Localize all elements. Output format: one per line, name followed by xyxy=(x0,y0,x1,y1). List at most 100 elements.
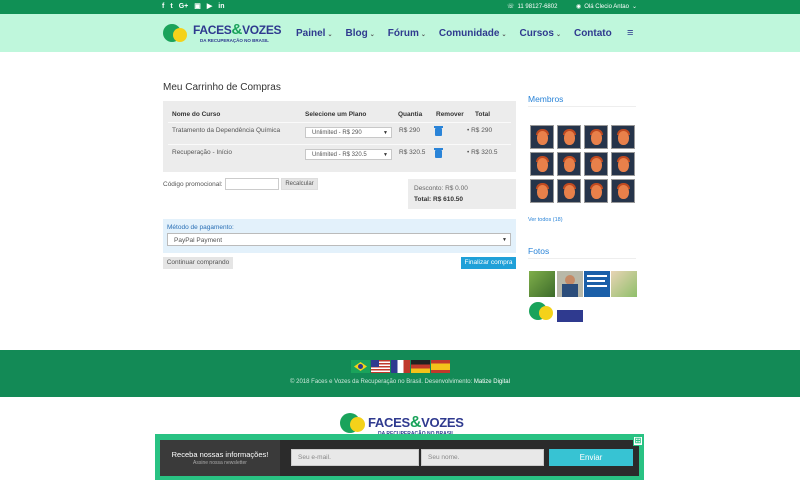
payment-method-select[interactable]: PayPal Payment ▼ xyxy=(167,233,511,246)
developer-link[interactable]: Matize Digital xyxy=(474,379,510,385)
plan-select[interactable]: Unlimited - R$ 290 ▼ xyxy=(305,127,392,138)
member-avatar[interactable] xyxy=(584,152,608,176)
site-footer: © 2018 Faces e Vozes da Recuperação no B… xyxy=(0,350,800,397)
logo-tagline: DA RECUPERAÇÃO NO BRASIL xyxy=(200,38,269,43)
plan-select[interactable]: Unlimited - R$ 320.5 ▼ xyxy=(305,149,392,160)
recalculate-button[interactable]: Recalcular xyxy=(281,178,318,190)
user-greeting: Olá Clecio Antao xyxy=(584,3,629,10)
newsletter-name-input[interactable]: Seu nome. xyxy=(421,449,544,466)
hamburger-menu-icon[interactable]: ≡ xyxy=(627,27,633,39)
site-header: FACES&VOZES DA RECUPERAÇÃO NO BRASIL Pai… xyxy=(0,14,800,52)
row-divider xyxy=(168,122,511,123)
course-total: • R$ 320.5 xyxy=(467,149,498,156)
twitter-icon[interactable]: t xyxy=(170,3,172,11)
photo-thumbnail[interactable] xyxy=(557,271,583,297)
course-qty: R$ 290 xyxy=(399,127,420,134)
view-all-members-link[interactable]: Ver todos (18) xyxy=(528,217,563,223)
chevron-down-icon: ⌄ xyxy=(555,32,561,38)
page-title: Meu Carrinho de Compras xyxy=(163,82,281,93)
row-divider xyxy=(168,144,511,145)
photo-thumbnail[interactable] xyxy=(584,271,610,297)
payment-method-label: Método de pagamento: xyxy=(167,224,234,231)
dropdown-arrow-icon: ▼ xyxy=(383,130,388,136)
payment-method-box: Método de pagamento: PayPal Payment ▼ xyxy=(163,219,516,253)
member-avatar[interactable] xyxy=(530,152,554,176)
phone-number: 11 98127-6802 xyxy=(517,3,558,10)
course-name: Tratamento da Dependência Química xyxy=(172,127,281,134)
dropdown-arrow-icon: ▼ xyxy=(383,152,388,158)
user-menu[interactable]: ◉ Olá Clecio Antao ⌄ xyxy=(576,3,637,11)
expand-icon[interactable]: ⊞ xyxy=(633,436,643,446)
dropdown-arrow-icon: ▼ xyxy=(502,237,507,243)
photos-title: Fotos xyxy=(528,246,550,256)
nav-item-blog[interactable]: Blog ⌄ xyxy=(346,28,375,39)
newsletter-bar: Receba nossas informações! Assine nossa … xyxy=(155,434,644,480)
chevron-down-icon: ⌄ xyxy=(327,32,333,38)
top-bar: f t G+ ▣ ▶ in ☏ 11 98127-6802 ◉ Olá Clec… xyxy=(0,0,800,14)
title-rule xyxy=(528,258,636,259)
promo-code-label: Código promocional: xyxy=(163,181,223,188)
totals-box: Desconto: R$ 0.00 Total: R$ 610.50 xyxy=(408,179,516,209)
logo-name: FACES&VOZES xyxy=(193,21,282,38)
course-qty: R$ 320.5 xyxy=(399,149,426,156)
nav-item-cursos[interactable]: Cursos ⌄ xyxy=(519,28,560,39)
photo-thumbnail[interactable] xyxy=(529,300,583,326)
trash-icon[interactable] xyxy=(434,148,443,158)
copyright-text: © 2018 Faces e Vozes da Recuperação no B… xyxy=(290,379,510,385)
course-total: • R$ 290 xyxy=(467,127,493,134)
member-avatar[interactable] xyxy=(611,125,635,149)
member-avatar[interactable] xyxy=(584,179,608,203)
photo-thumbnail[interactable] xyxy=(529,271,555,297)
photo-thumbnail[interactable] xyxy=(611,271,637,297)
member-avatar[interactable] xyxy=(530,179,554,203)
instagram-icon[interactable]: ▣ xyxy=(194,3,201,11)
language-flags xyxy=(351,360,450,373)
google-plus-icon[interactable]: G+ xyxy=(179,3,189,11)
user-icon: ◉ xyxy=(576,4,582,10)
total-text: Total: R$ 610.50 xyxy=(414,196,464,203)
germany-flag-icon[interactable] xyxy=(411,360,430,373)
promo-code-input[interactable] xyxy=(225,178,279,190)
linkedin-icon[interactable]: in xyxy=(218,3,224,11)
youtube-icon[interactable]: ▶ xyxy=(207,3,212,11)
chevron-down-icon: ⌄ xyxy=(369,32,375,38)
headset-icon: ☏ xyxy=(507,4,515,10)
member-avatar[interactable] xyxy=(530,125,554,149)
members-title: Membros xyxy=(528,94,564,104)
nav-item-painel[interactable]: Painel ⌄ xyxy=(296,28,333,39)
site-logo[interactable]: FACES&VOZES DA RECUPERAÇÃO NO BRASIL xyxy=(163,19,282,47)
member-avatar[interactable] xyxy=(557,125,581,149)
newsletter-email-input[interactable]: Seu e-mail. xyxy=(291,449,419,466)
member-avatar[interactable] xyxy=(611,152,635,176)
member-avatar[interactable] xyxy=(611,179,635,203)
continue-shopping-button[interactable]: Continuar comprando xyxy=(163,257,233,269)
nav-item-contato[interactable]: Contato xyxy=(574,28,612,39)
newsletter-submit-button[interactable]: Enviar xyxy=(549,449,633,466)
phone-contact[interactable]: ☏ 11 98127-6802 xyxy=(507,3,558,11)
trash-icon[interactable] xyxy=(434,126,443,136)
member-avatar[interactable] xyxy=(557,152,581,176)
brazil-flag-icon[interactable] xyxy=(351,360,370,373)
member-avatar[interactable] xyxy=(584,125,608,149)
nav-item-forum[interactable]: Fórum ⌄ xyxy=(388,28,426,39)
column-header-remove: Remover xyxy=(436,111,464,118)
column-header-plan: Selecione um Plano xyxy=(305,111,367,118)
spain-flag-icon[interactable] xyxy=(431,360,450,373)
cart-table: Nome do Curso Selecione um Plano Quantia… xyxy=(163,101,516,172)
column-header-qty: Quantia xyxy=(398,111,423,118)
usa-flag-icon[interactable] xyxy=(371,360,390,373)
chevron-down-icon: ⌄ xyxy=(420,32,426,38)
nav-item-comunidade[interactable]: Comunidade ⌄ xyxy=(439,28,507,39)
main-nav: Painel ⌄ Blog ⌄ Fórum ⌄ Comunidade ⌄ Cursos ⌄… xyxy=(296,28,625,39)
newsletter-title: Receba nossas informações! xyxy=(171,450,269,459)
column-header-course: Nome do Curso xyxy=(172,111,221,118)
discount-text: Desconto: R$ 0.00 xyxy=(414,185,468,192)
member-avatar[interactable] xyxy=(557,179,581,203)
speech-bubbles-icon xyxy=(163,22,191,46)
facebook-icon[interactable]: f xyxy=(162,3,164,11)
chevron-down-icon: ⌄ xyxy=(501,32,507,38)
column-header-total: Total xyxy=(475,111,491,118)
checkout-button[interactable]: Finalizar compra xyxy=(461,257,516,269)
chevron-down-icon: ⌄ xyxy=(631,4,637,10)
france-flag-icon[interactable] xyxy=(391,360,410,373)
